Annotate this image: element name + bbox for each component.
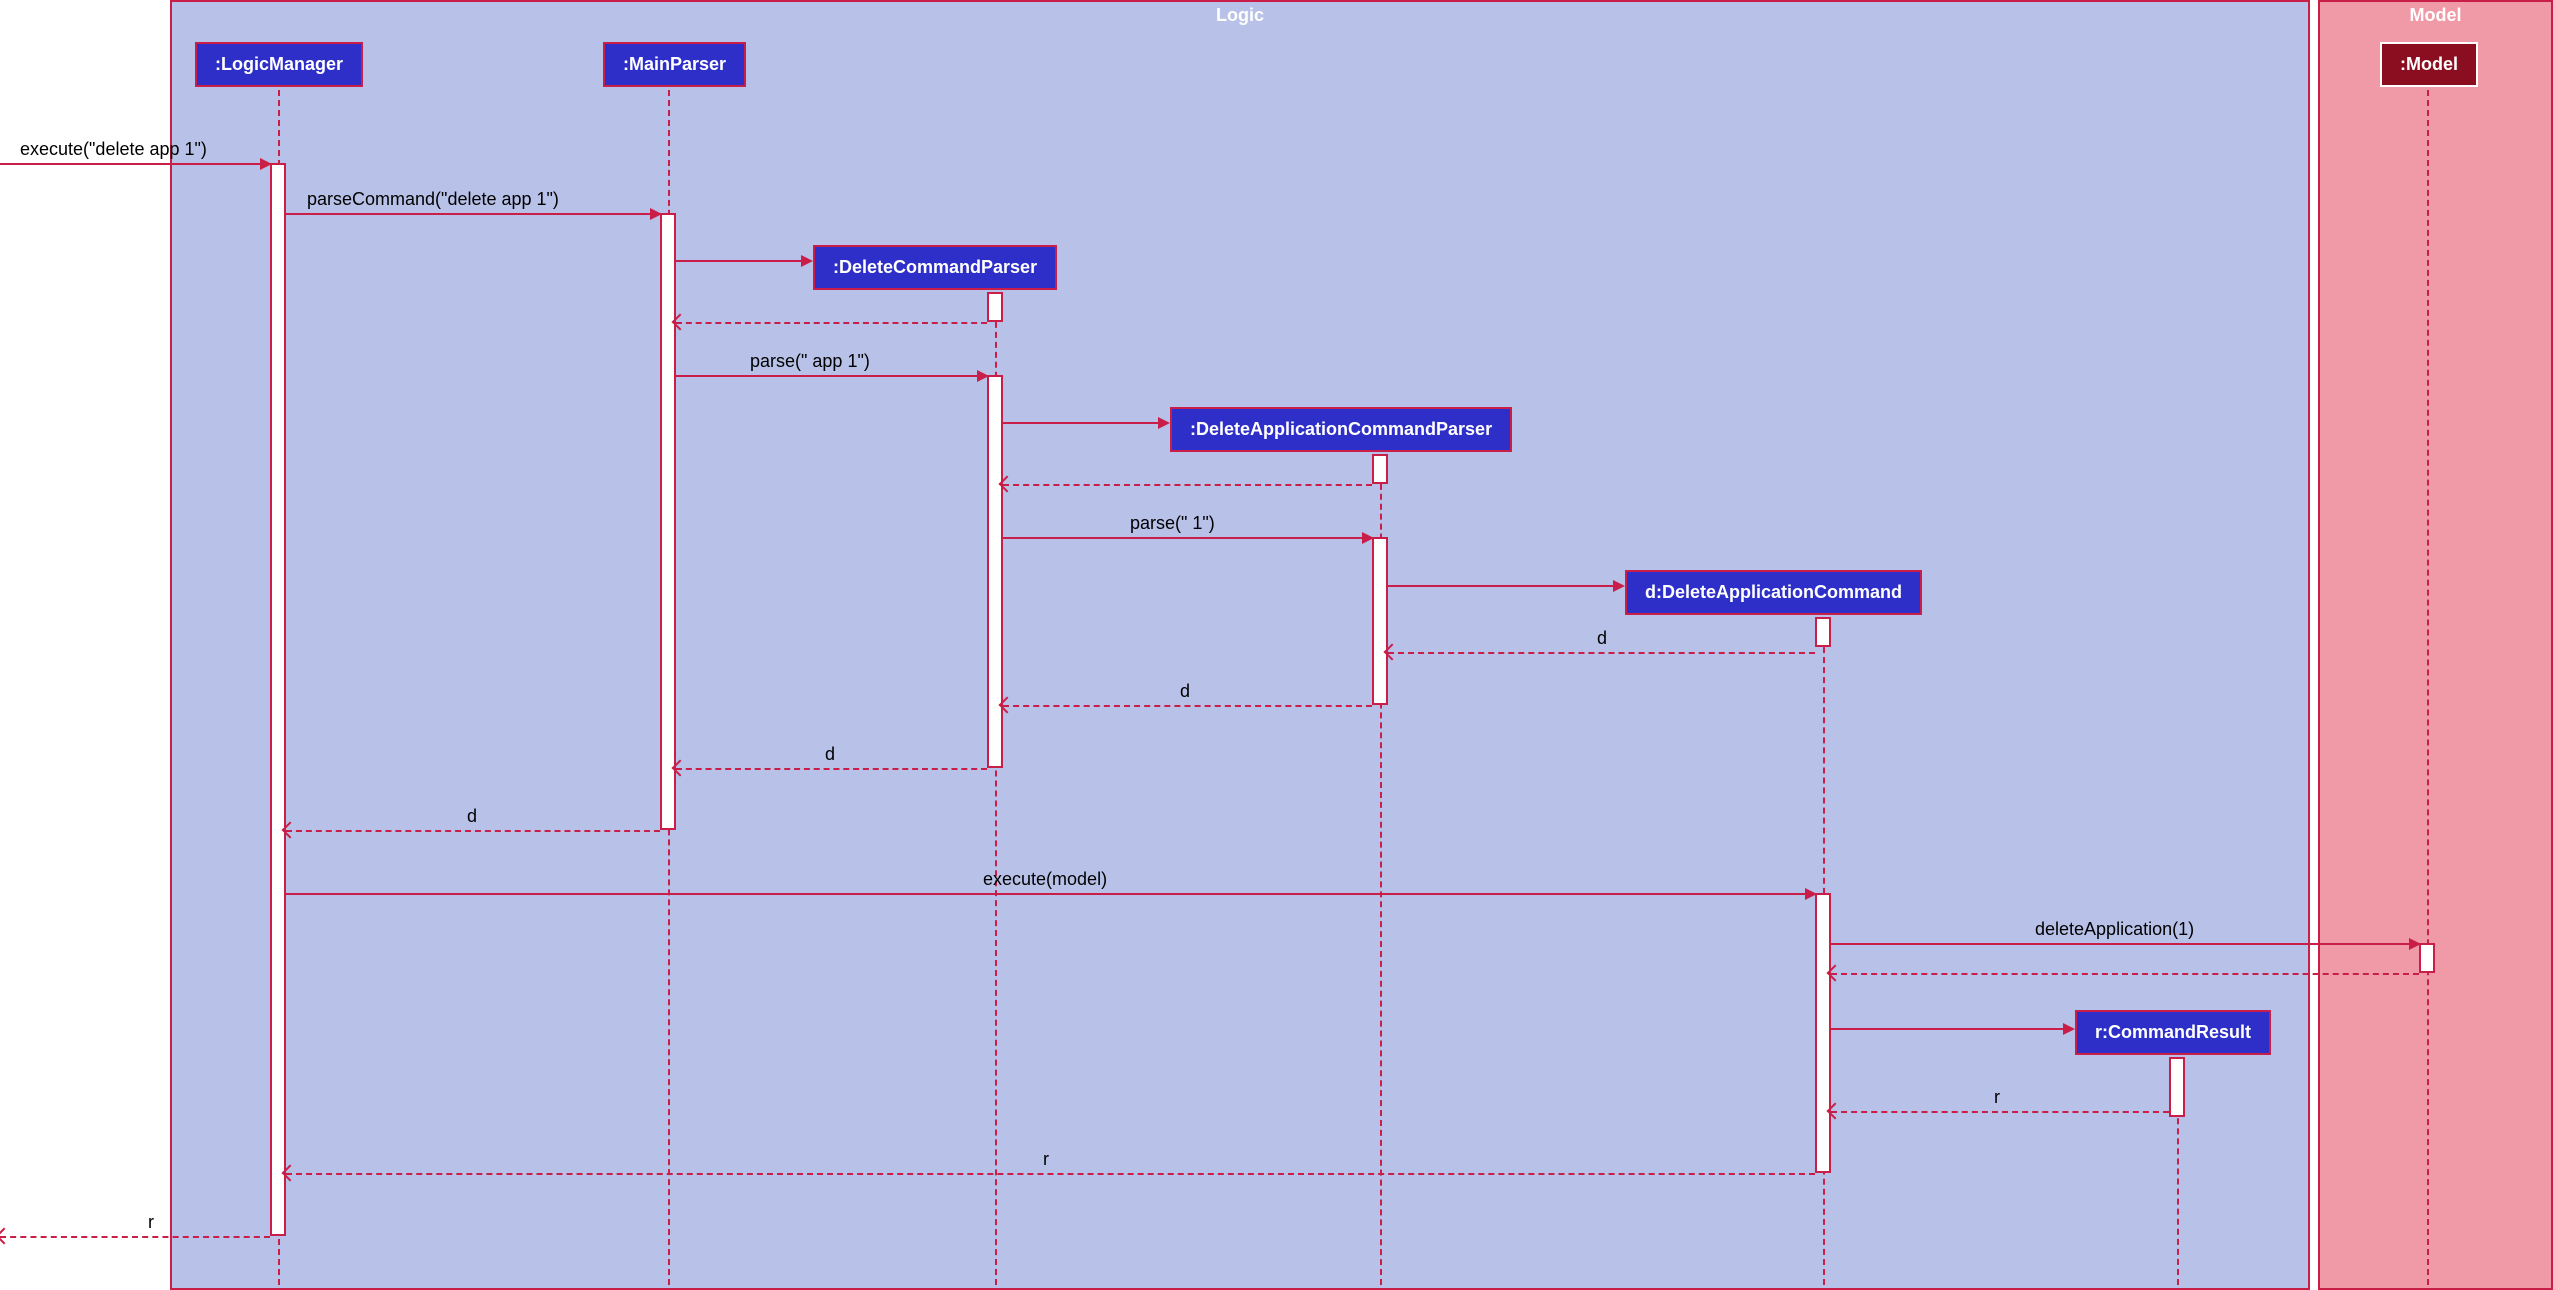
msg-d-4: d bbox=[467, 806, 477, 827]
participant-delete-app-command-parser: :DeleteApplicationCommandParser bbox=[1170, 407, 1512, 452]
msg-execute-model: execute(model) bbox=[983, 869, 1107, 890]
msg-line-parse-command bbox=[286, 213, 660, 215]
msg-line-execute-in bbox=[0, 163, 270, 165]
msg-delete-application: deleteApplication(1) bbox=[2035, 919, 2194, 940]
activation-dac-execute bbox=[1815, 893, 1831, 1173]
msg-line-return-r-out bbox=[0, 1236, 270, 1238]
msg-d-3: d bbox=[825, 744, 835, 765]
msg-line-delete-app bbox=[1831, 943, 2419, 945]
arrow-right-icon bbox=[1805, 888, 1817, 900]
arrow-right-icon bbox=[1158, 417, 1170, 429]
msg-r-out: r bbox=[148, 1212, 154, 1233]
msg-parse-app: parse(" app 1") bbox=[750, 351, 870, 372]
arrow-left-open-icon bbox=[0, 1228, 12, 1245]
msg-line-parse-app bbox=[676, 375, 987, 377]
msg-parse-command: parseCommand("delete app 1") bbox=[307, 189, 559, 210]
msg-parse-1: parse(" 1") bbox=[1130, 513, 1215, 534]
arrow-right-icon bbox=[977, 370, 989, 382]
participant-model: :Model bbox=[2380, 42, 2478, 87]
msg-line-create-dacp bbox=[1003, 422, 1168, 424]
msg-d-2: d bbox=[1180, 681, 1190, 702]
msg-line-return-model bbox=[1831, 973, 2419, 975]
msg-r-1: r bbox=[1994, 1087, 2000, 1108]
arrow-right-icon bbox=[650, 208, 662, 220]
msg-line-return-d-2 bbox=[1003, 705, 1372, 707]
participant-delete-app-command: d:DeleteApplicationCommand bbox=[1625, 570, 1922, 615]
activation-dcp-create bbox=[987, 292, 1003, 322]
arrow-right-icon bbox=[2409, 938, 2421, 950]
activation-dac-create bbox=[1815, 617, 1831, 647]
lifeline-model bbox=[2427, 90, 2429, 1285]
msg-line-return-d-3 bbox=[676, 768, 987, 770]
participant-logic-manager: :LogicManager bbox=[195, 42, 363, 87]
msg-line-return-dcp bbox=[676, 322, 987, 324]
msg-line-create-dcp bbox=[676, 260, 811, 262]
frame-label-logic: Logic bbox=[1202, 2, 1278, 29]
msg-line-return-r-1 bbox=[1831, 1111, 2169, 1113]
arrow-right-icon bbox=[1613, 580, 1625, 592]
msg-r-2: r bbox=[1043, 1149, 1049, 1170]
arrow-right-icon bbox=[2063, 1023, 2075, 1035]
activation-dacp-create bbox=[1372, 454, 1388, 484]
msg-line-execute-model bbox=[286, 893, 1815, 895]
activation-main-parser bbox=[660, 213, 676, 830]
activation-dcp-parse bbox=[987, 375, 1003, 768]
participant-command-result: r:CommandResult bbox=[2075, 1010, 2271, 1055]
msg-line-return-d-4 bbox=[286, 830, 660, 832]
activation-command-result bbox=[2169, 1057, 2185, 1117]
frame-label-model: Model bbox=[2396, 2, 2476, 29]
arrow-right-icon bbox=[801, 255, 813, 267]
participant-main-parser: :MainParser bbox=[603, 42, 746, 87]
msg-d-1: d bbox=[1597, 628, 1607, 649]
msg-line-return-dacp bbox=[1003, 484, 1372, 486]
msg-execute-in: execute("delete app 1") bbox=[20, 139, 207, 160]
activation-logic-manager bbox=[270, 163, 286, 1236]
msg-line-create-cr bbox=[1831, 1028, 2073, 1030]
participant-delete-command-parser: :DeleteCommandParser bbox=[813, 245, 1057, 290]
frame-model: Model bbox=[2318, 0, 2553, 1290]
msg-line-return-r-2 bbox=[286, 1173, 1815, 1175]
msg-line-create-dac bbox=[1388, 585, 1623, 587]
msg-line-return-d-1 bbox=[1388, 652, 1815, 654]
activation-dacp-parse bbox=[1372, 537, 1388, 705]
msg-line-parse-1 bbox=[1003, 537, 1372, 539]
arrow-right-icon bbox=[260, 158, 272, 170]
activation-model bbox=[2419, 943, 2435, 973]
arrow-right-icon bbox=[1362, 532, 1374, 544]
